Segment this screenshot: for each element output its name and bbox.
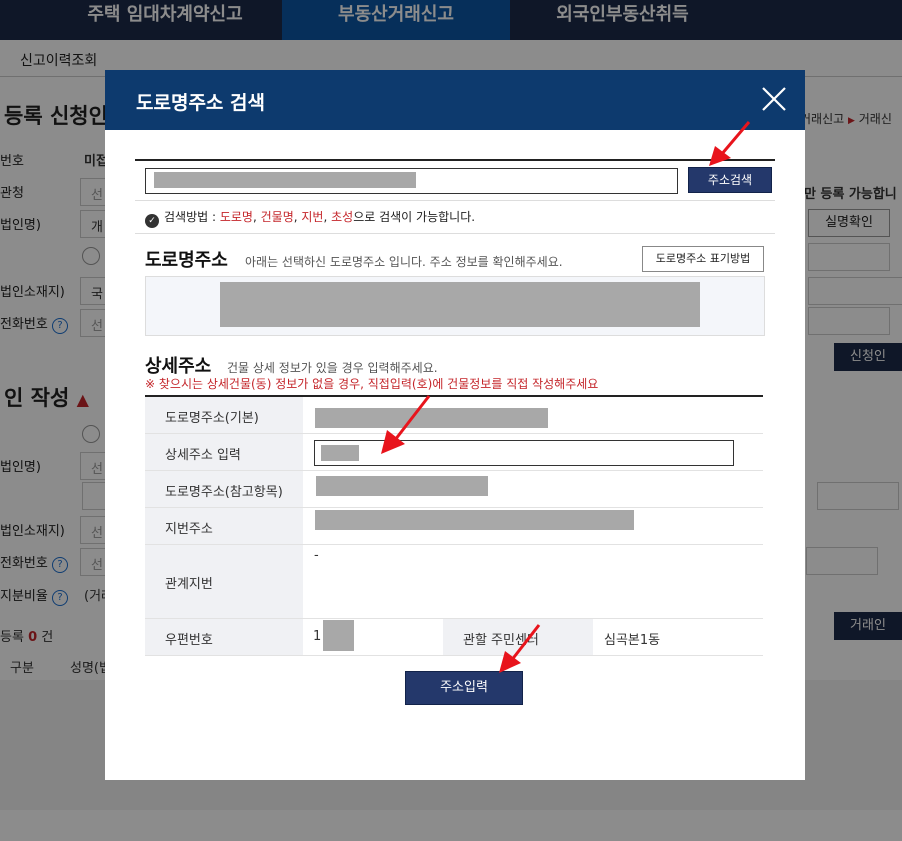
divider <box>135 159 775 161</box>
arrow-icon <box>709 121 751 166</box>
road-address-search-modal: 도로명주소 검색 주소검색 ✓ 검색방법 : 도로명, 건물명, 지번, 초성으로… <box>105 70 805 780</box>
redacted-text <box>154 172 416 188</box>
row-label-related-jibun: 관계지번 <box>145 545 303 618</box>
divider <box>135 233 775 234</box>
row-label-postcode: 우편번호 <box>145 619 303 655</box>
row-label-jibun: 지번주소 <box>145 508 303 544</box>
selected-road-address <box>145 276 765 336</box>
road-address-format-button[interactable]: 도로명주소 표기방법 <box>642 246 764 272</box>
close-icon[interactable] <box>761 86 787 112</box>
detail-address-section-desc: 건물 상세 정보가 있을 경우 입력해주세요. <box>227 361 438 375</box>
redacted-text <box>323 620 354 651</box>
modal-header: 도로명주소 검색 <box>105 70 805 130</box>
road-address-section-title: 도로명주소 <box>145 250 228 271</box>
redacted-text <box>220 282 700 327</box>
arrow-icon <box>499 624 541 673</box>
arrow-icon <box>381 395 431 454</box>
check-circle-icon: ✓ <box>145 214 159 228</box>
road-address-section-desc: 아래는 선택하신 도로명주소 입니다. 주소 정보를 확인해주세요. <box>245 255 563 269</box>
redacted-text <box>321 445 359 461</box>
row-label-road-ref: 도로명주소(참고항목) <box>145 471 303 507</box>
postcode-value: 1 <box>313 629 322 644</box>
center-value: 심곡본1동 <box>604 633 661 648</box>
address-search-input[interactable] <box>145 168 678 194</box>
search-tip: ✓ 검색방법 : 도로명, 건물명, 지번, 초성으로 검색이 가능합니다. <box>145 208 475 228</box>
row-divider <box>145 655 763 656</box>
modal-title: 도로명주소 검색 <box>136 92 265 114</box>
related-jibun-value: - <box>314 548 319 563</box>
row-label-detail-input: 상세주소 입력 <box>145 434 303 470</box>
detail-address-warning: ※ 찾으시는 상세건물(동) 정보가 없을 경우, 직접입력(호)에 건물정보를… <box>145 377 599 391</box>
row-label-road-basic: 도로명주소(기본) <box>145 397 303 433</box>
address-search-button[interactable]: 주소검색 <box>688 167 772 193</box>
redacted-text <box>316 476 488 496</box>
divider <box>135 200 775 201</box>
redacted-text <box>315 510 634 530</box>
